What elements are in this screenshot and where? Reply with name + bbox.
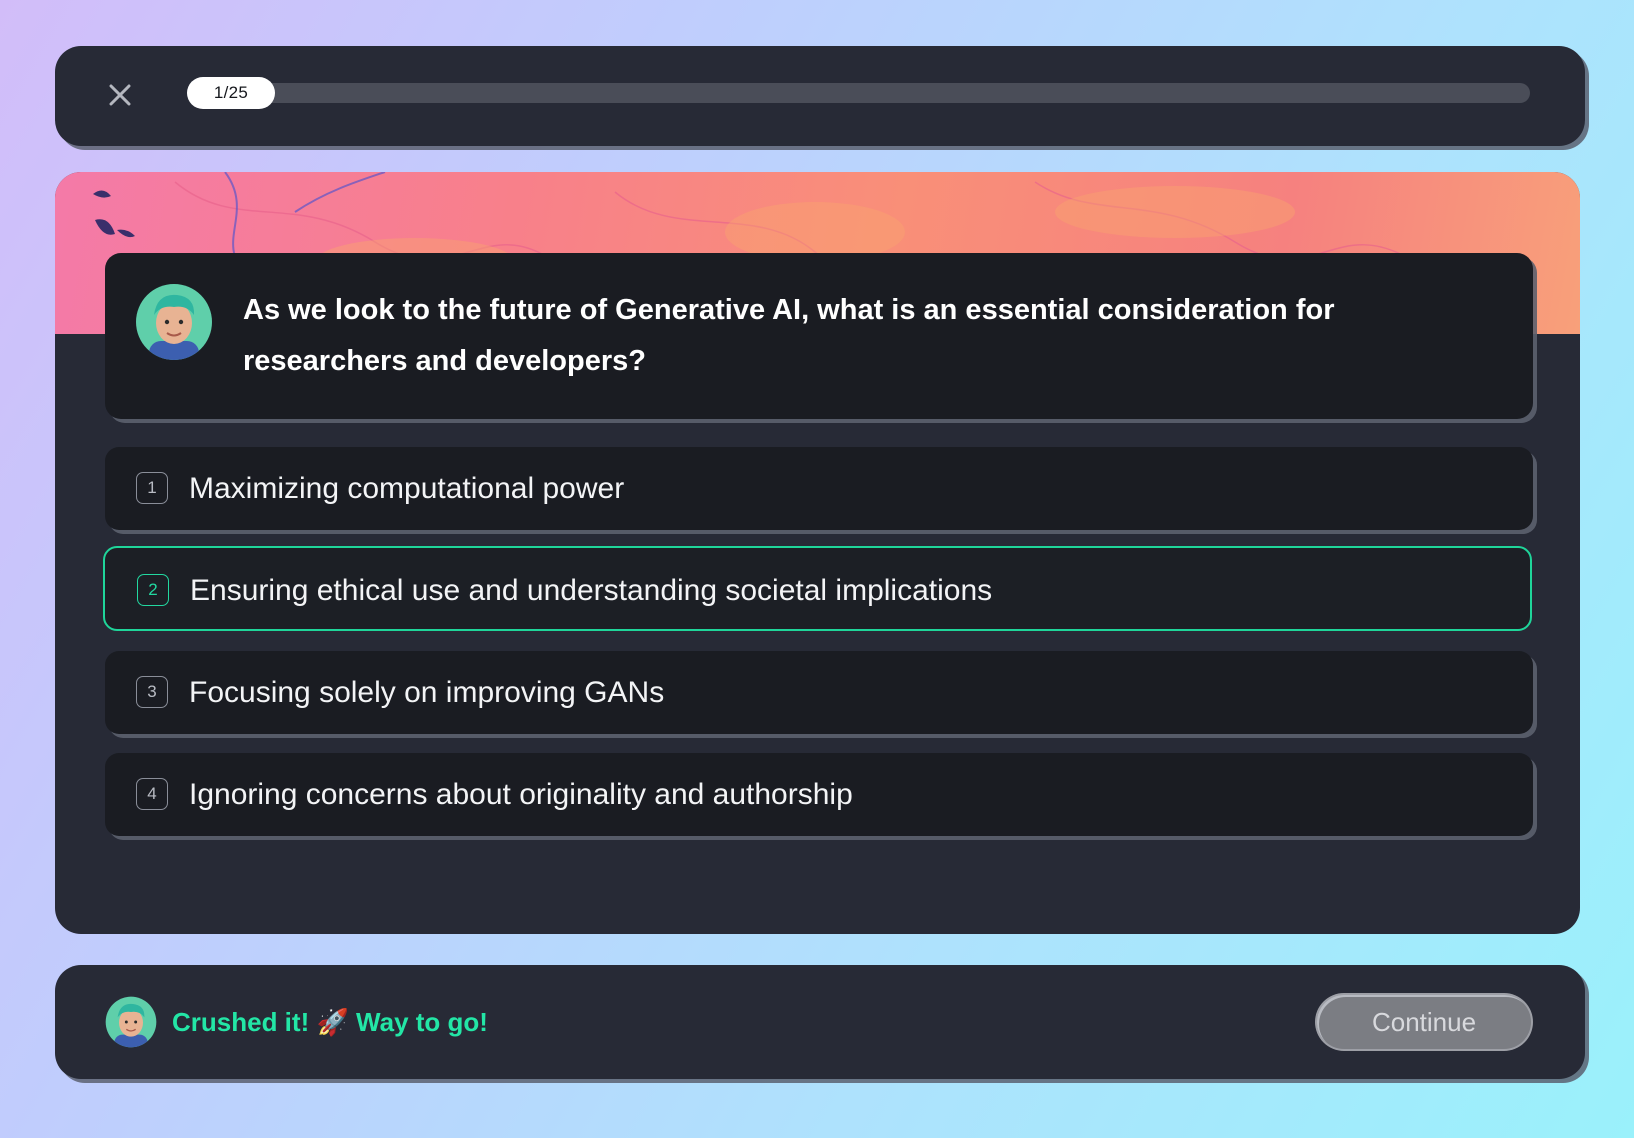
close-button[interactable] xyxy=(103,78,137,112)
option-label: Ignoring concerns about originality and … xyxy=(189,778,853,811)
option-label: Ensuring ethical use and understanding s… xyxy=(190,574,993,607)
progress-counter: 1/25 xyxy=(187,77,275,109)
question-text: As we look to the future of Generative A… xyxy=(243,294,1335,377)
option-label: Maximizing computational power xyxy=(189,472,625,505)
avatar-icon xyxy=(105,996,157,1048)
option-number-badge: 1 xyxy=(136,472,168,504)
progress-track xyxy=(187,83,1530,103)
option-number-badge: 3 xyxy=(136,676,168,708)
answer-option-2[interactable]: 2 Ensuring ethical use and understanding… xyxy=(103,546,1532,631)
answer-option-1[interactable]: 1 Maximizing computational power xyxy=(105,447,1533,530)
option-number-badge: 4 xyxy=(136,778,168,810)
answer-option-3[interactable]: 3 Focusing solely on improving GANs xyxy=(105,651,1533,734)
option-label: Focusing solely on improving GANs xyxy=(189,676,665,709)
feedback-message: Crushed it! 🚀 Way to go! xyxy=(172,1007,488,1037)
continue-button[interactable]: Continue xyxy=(1317,995,1531,1049)
close-icon xyxy=(109,84,131,106)
answer-option-4[interactable]: 4 Ignoring concerns about originality an… xyxy=(105,753,1533,836)
option-number-badge: 2 xyxy=(137,574,169,606)
avatar-icon xyxy=(136,284,212,360)
